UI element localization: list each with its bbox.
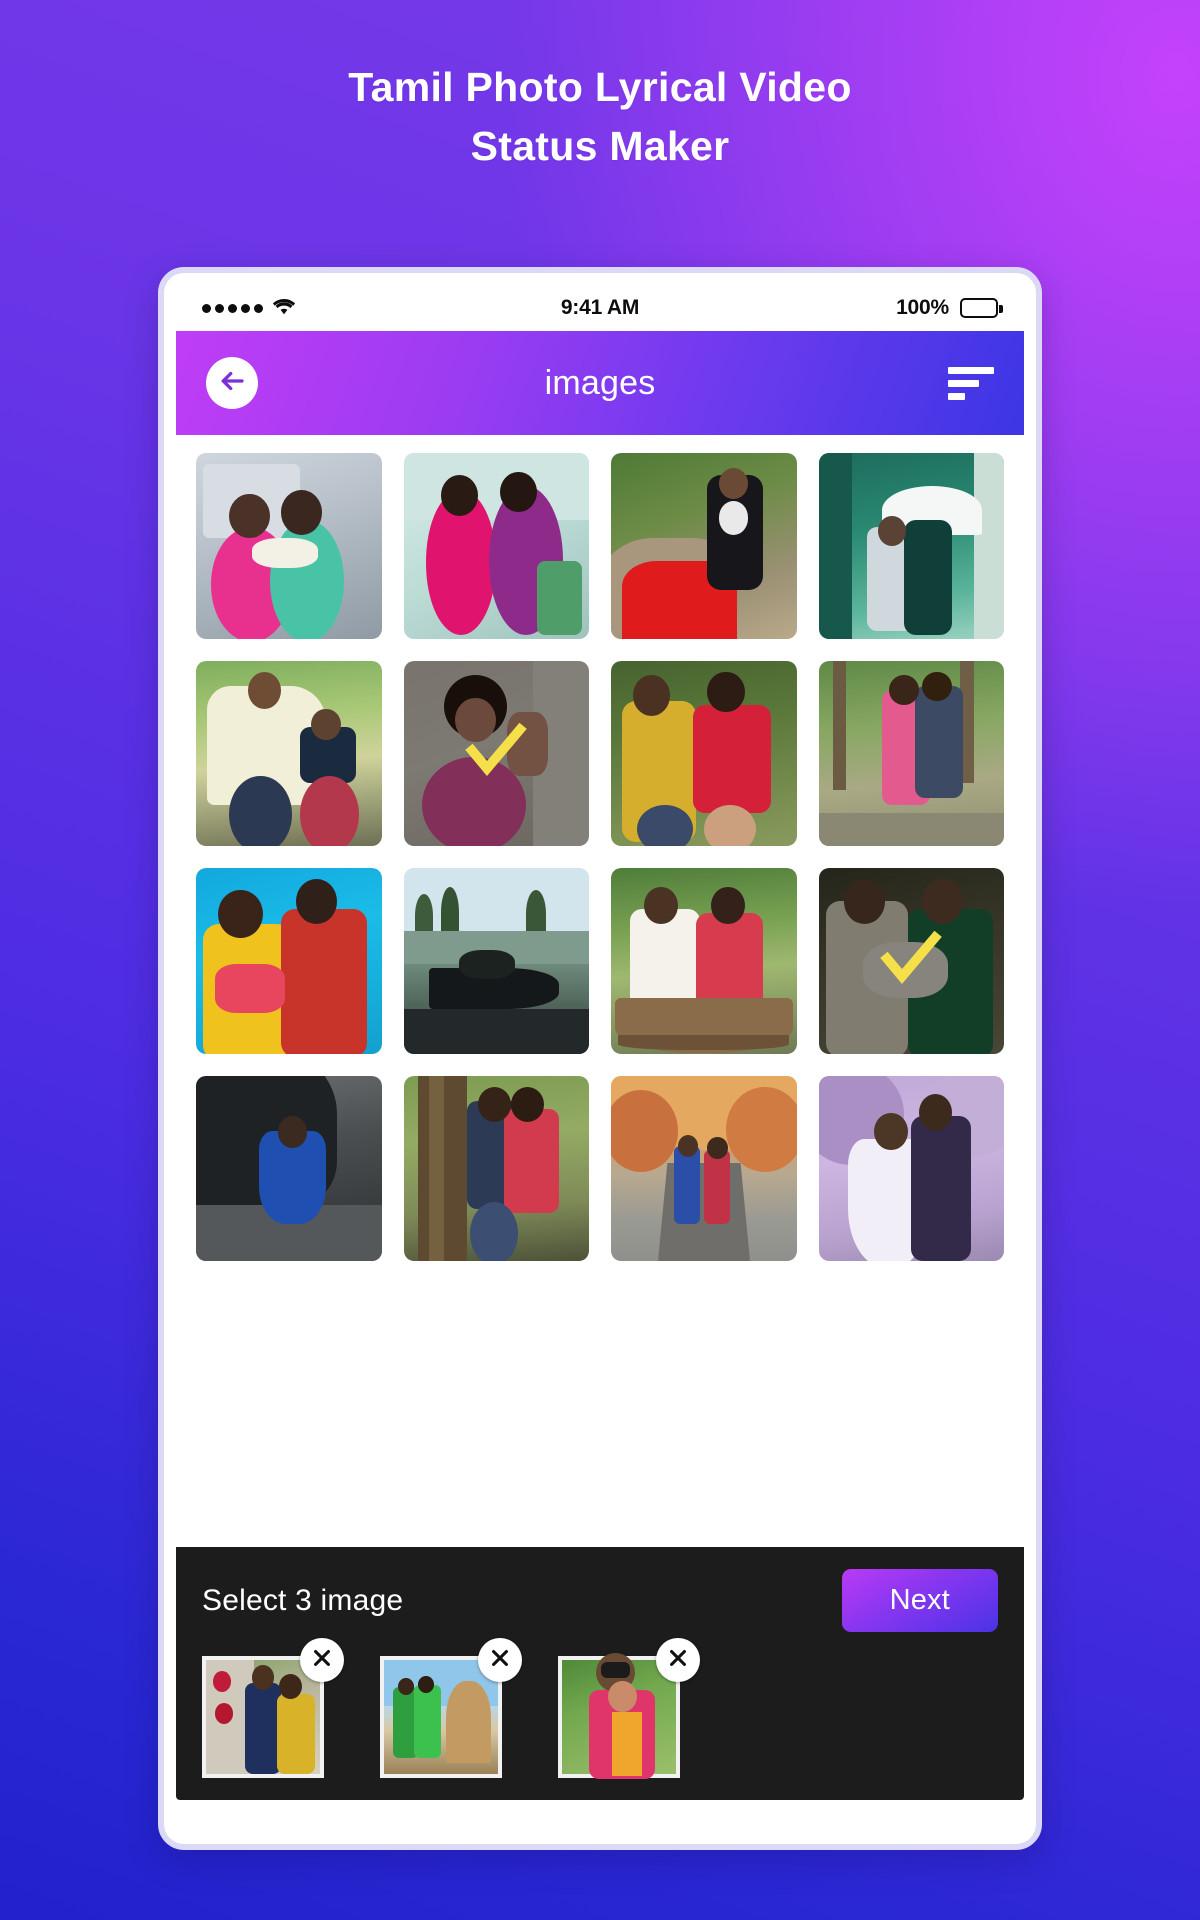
image-grid (196, 453, 1004, 1261)
close-icon (667, 1647, 689, 1674)
selected-thumbnails-strip (202, 1638, 998, 1779)
remove-thumb-3-button[interactable] (656, 1638, 700, 1682)
selection-bottom-bar: Select 3 image Next (176, 1547, 1024, 1800)
promo-title-line-2: Status Maker (470, 123, 730, 170)
grid-image-1[interactable] (196, 453, 382, 639)
grid-image-3[interactable] (611, 453, 797, 639)
remove-thumb-2-button[interactable] (478, 1638, 522, 1682)
grid-image-10[interactable] (403, 868, 589, 1054)
battery-percent: 100% (896, 296, 949, 319)
promo-title: Tamil Photo Lyrical Video Status Maker (0, 58, 1200, 177)
sort-icon[interactable] (948, 366, 994, 400)
back-button[interactable] (206, 357, 258, 409)
grid-image-16[interactable] (818, 1075, 1004, 1261)
grid-image-11[interactable] (611, 868, 797, 1054)
arrow-left-icon (217, 366, 247, 401)
remove-thumb-1-button[interactable] (300, 1638, 344, 1682)
grid-image-2[interactable] (403, 453, 589, 639)
next-button[interactable]: Next (841, 1569, 998, 1632)
close-icon (311, 1647, 333, 1674)
selected-thumb-3[interactable] (558, 1638, 700, 1779)
grid-image-4[interactable] (818, 453, 1004, 639)
grid-image-6[interactable] (403, 660, 589, 846)
close-icon (489, 1647, 511, 1674)
selected-thumb-1[interactable] (202, 1638, 344, 1778)
status-bar-right: 100% (896, 296, 1003, 320)
grid-image-7[interactable] (611, 660, 797, 846)
check-icon (875, 922, 947, 999)
grid-image-5[interactable] (196, 660, 382, 846)
status-bar: 9:41 AM 100% (176, 285, 1024, 331)
selection-summary-row: Select 3 image Next (202, 1569, 998, 1632)
app-bar: images (176, 331, 1024, 435)
battery-full-icon (960, 298, 1003, 318)
grid-image-13[interactable] (196, 1075, 382, 1261)
page-title: images (544, 363, 656, 402)
phone-frame: 9:41 AM 100% images Select 3 image Next (158, 267, 1042, 1850)
selection-count-label: Select 3 image (202, 1583, 404, 1617)
image-grid-area (176, 435, 1024, 1547)
promo-title-line-1: Tamil Photo Lyrical Video (348, 64, 852, 110)
check-icon (460, 715, 532, 792)
grid-image-15[interactable] (611, 1075, 797, 1261)
grid-image-9[interactable] (196, 868, 382, 1054)
grid-image-12[interactable] (818, 868, 1004, 1054)
grid-image-8[interactable] (818, 660, 1004, 846)
grid-image-14[interactable] (403, 1075, 589, 1261)
selected-thumb-2[interactable] (380, 1638, 522, 1778)
phone-screen: 9:41 AM 100% images Select 3 image Next (176, 285, 1024, 1800)
